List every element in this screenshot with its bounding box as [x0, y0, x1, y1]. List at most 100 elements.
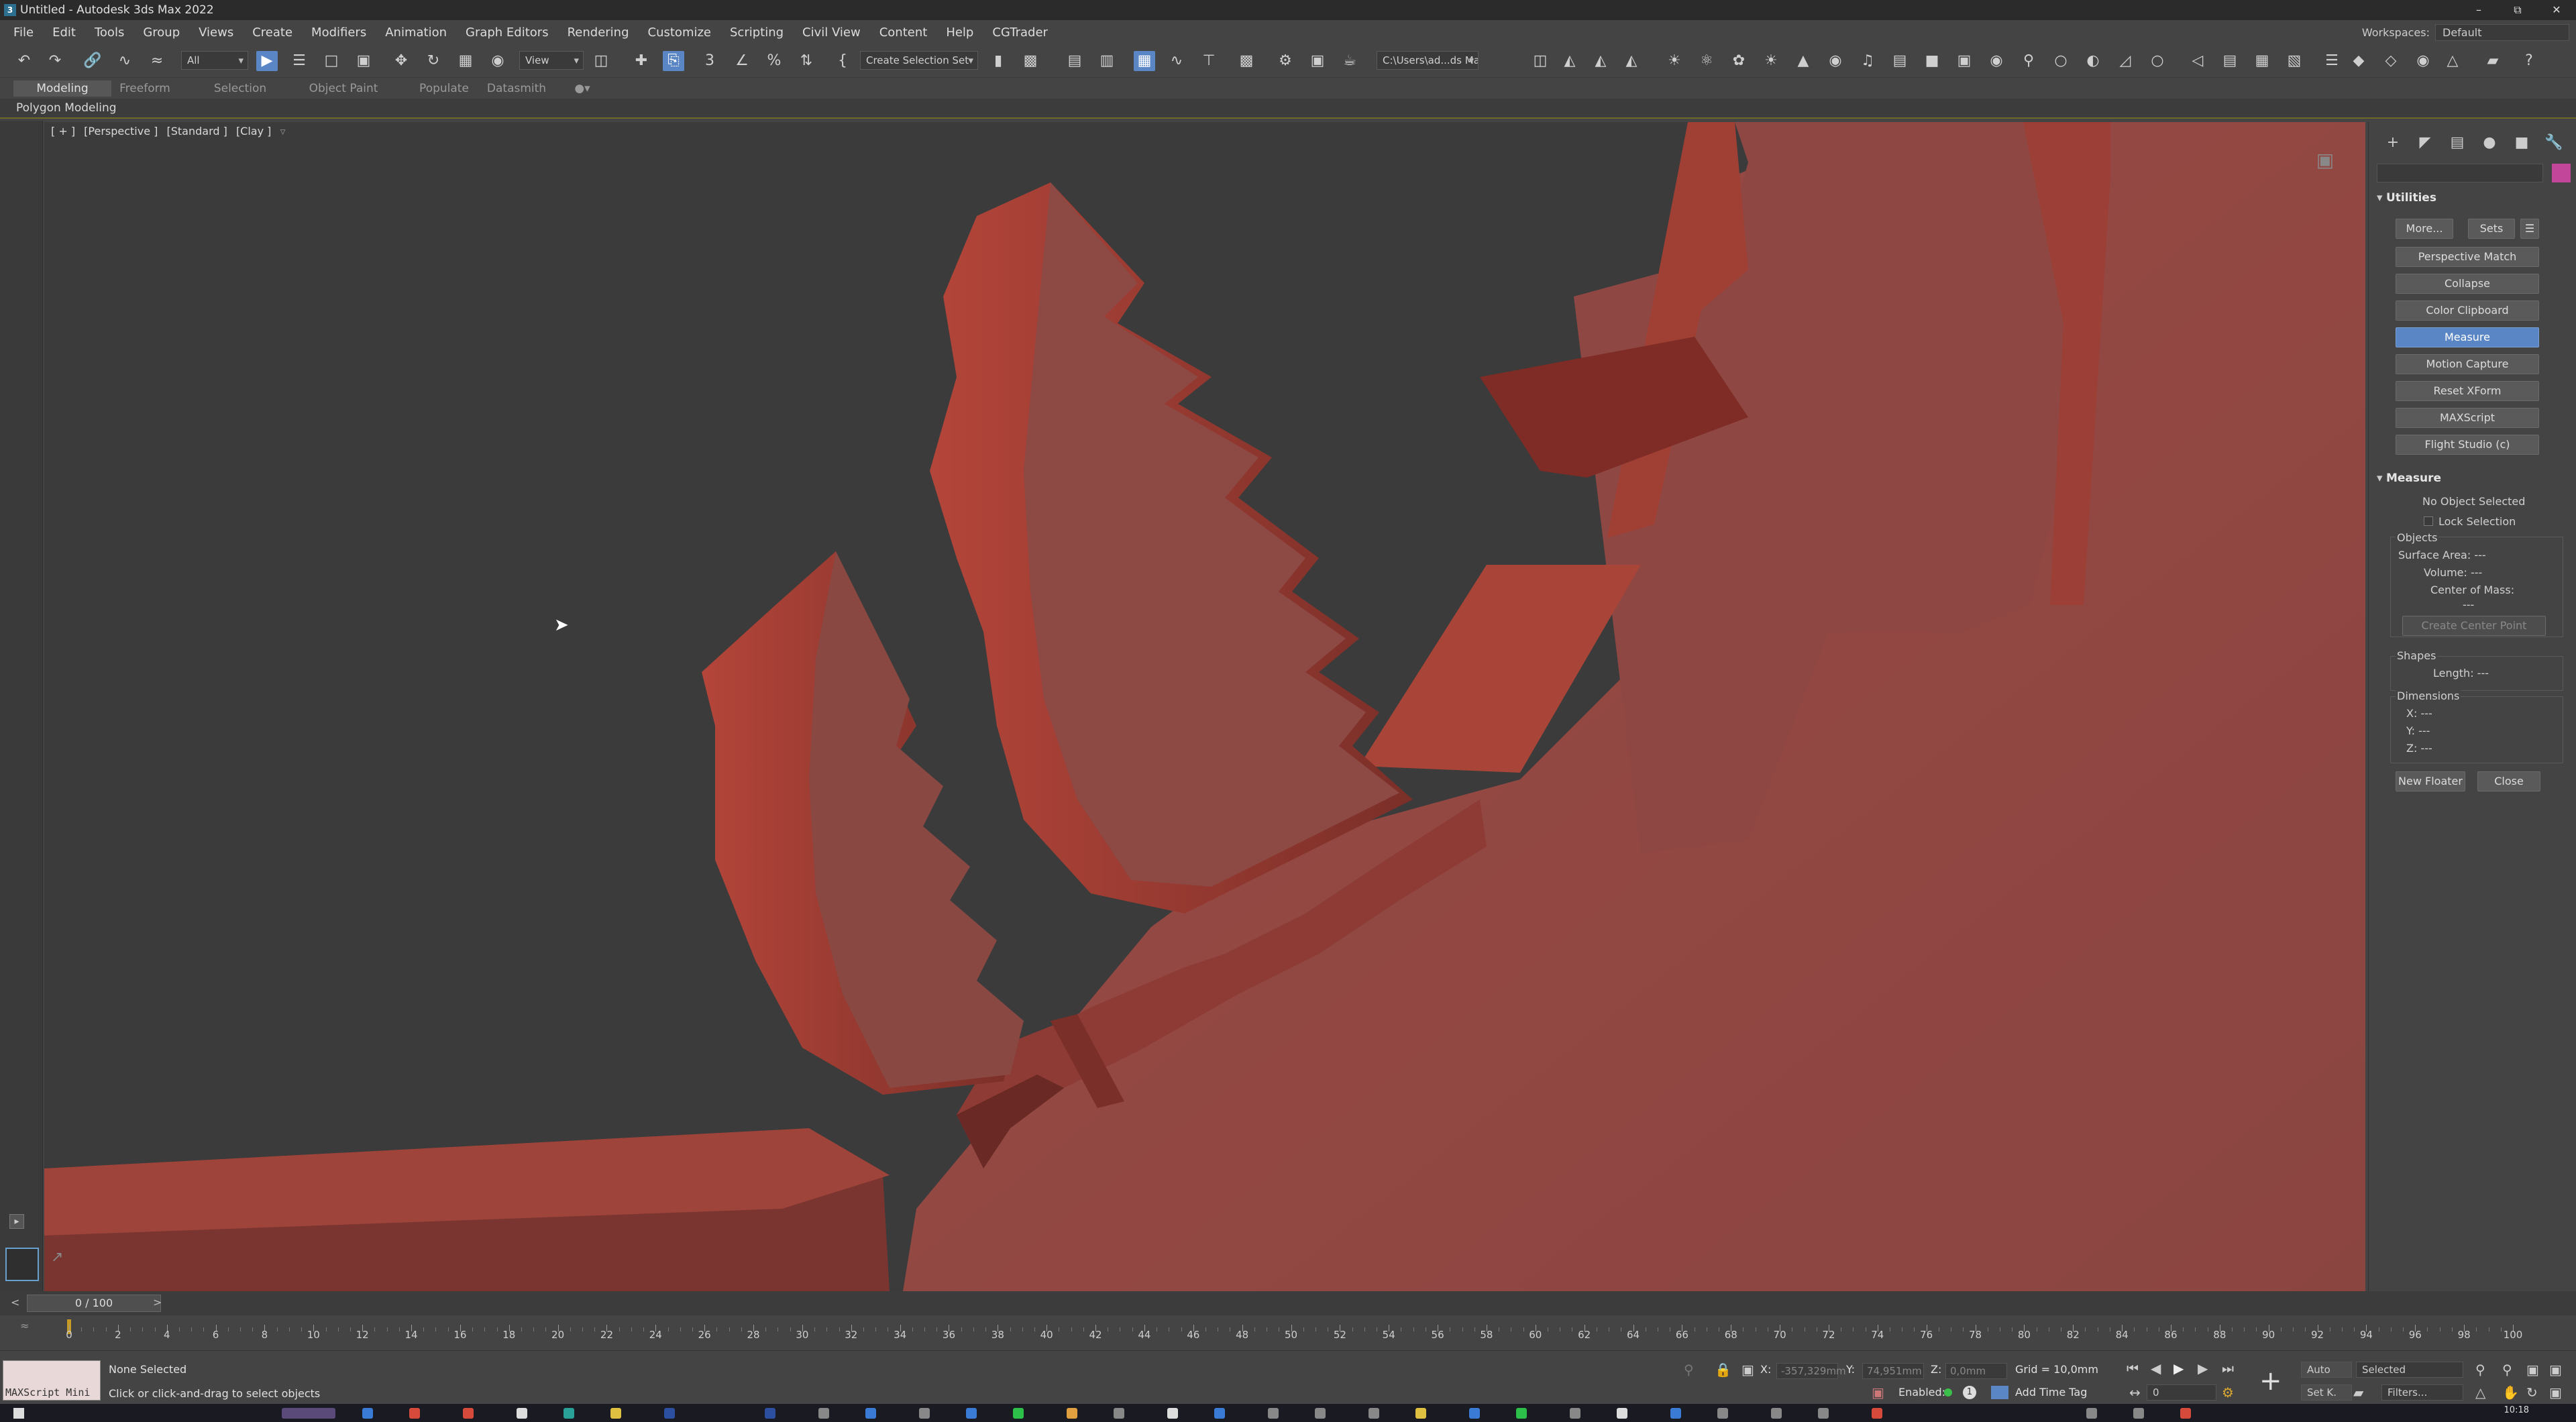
scale-icon[interactable]: ▦	[455, 51, 476, 71]
time-slider-thumb[interactable]: 0 / 100	[27, 1295, 161, 1312]
utilities-tab-icon[interactable]: 🔧	[2538, 133, 2570, 153]
key-mode-icon[interactable]: ▰	[2353, 1384, 2363, 1401]
minimize-button[interactable]: –	[2459, 0, 2498, 20]
export-icon[interactable]: ◭	[1590, 51, 1611, 71]
taskbar-app-24-icon[interactable]	[1570, 1408, 1580, 1419]
taskbar-app-12-icon[interactable]	[966, 1408, 977, 1419]
next-frame-arrow-icon[interactable]: >	[153, 1296, 162, 1309]
reset-xform-button[interactable]: Reset XForm	[2396, 381, 2539, 401]
perspective-viewport[interactable]: [ + ] [Perspective ] [Standard ] [Clay ]…	[44, 122, 2365, 1291]
zoom-all-icon[interactable]: ⚲	[2502, 1362, 2512, 1378]
plugin-tool-20-icon[interactable]: ▧	[2284, 51, 2305, 71]
taskbar-app-4-icon[interactable]	[517, 1408, 527, 1419]
field-of-view-icon[interactable]: △	[2475, 1384, 2485, 1401]
ribbon-options-icon[interactable]: ●▾	[572, 80, 593, 97]
plugin-tool-10-icon[interactable]: ▣	[1953, 51, 1975, 71]
help-icon[interactable]: ?	[2518, 51, 2540, 71]
lock-selection-checkbox[interactable]	[2424, 516, 2433, 526]
time-configuration-icon[interactable]: ⚙	[2222, 1384, 2234, 1401]
enabled-indicator-icon[interactable]	[1944, 1388, 1952, 1397]
next-key-icon[interactable]: ▶	[2198, 1360, 2208, 1376]
expand-layout-icon[interactable]: ▸	[9, 1214, 24, 1229]
menu-civil-view[interactable]: Civil View	[793, 25, 870, 40]
menu-views[interactable]: Views	[189, 25, 243, 40]
viewcube-icon[interactable]: ▣	[2305, 149, 2345, 176]
plugin-tool-7-icon[interactable]: ♫	[1857, 51, 1878, 71]
color-clipboard-button[interactable]: Color Clipboard	[2396, 300, 2539, 321]
key-filter-dropdown[interactable]: Selected	[2356, 1362, 2463, 1378]
plugin-tool-1-icon[interactable]: ☀	[1664, 51, 1685, 71]
taskbar-app-13-icon[interactable]	[1013, 1408, 1024, 1419]
menu-create[interactable]: Create	[243, 25, 302, 40]
maxscript-button[interactable]: MAXScript	[2396, 408, 2539, 428]
time-tag-icon[interactable]	[1991, 1386, 2008, 1399]
taskbar-app-11-icon[interactable]	[919, 1408, 930, 1419]
plugin-tool-21-icon[interactable]: ☰	[2321, 51, 2343, 71]
menu-tools[interactable]: Tools	[85, 25, 133, 40]
rotate-icon[interactable]: ↻	[423, 51, 444, 71]
plugin-tool-14-icon[interactable]: ◐	[2082, 51, 2104, 71]
z-coordinate-field[interactable]: 0,0mm	[1945, 1363, 2007, 1379]
y-coordinate-field[interactable]: 74,951mm	[1862, 1363, 1924, 1379]
plugin-tool-12-icon[interactable]: ⚲	[2018, 51, 2039, 71]
plugin-tool-8-icon[interactable]: ▤	[1889, 51, 1911, 71]
menu-rendering[interactable]: Rendering	[558, 25, 639, 40]
measure-button[interactable]: Measure	[2396, 327, 2539, 347]
menu-modifiers[interactable]: Modifiers	[302, 25, 376, 40]
taskbar-app-23-icon[interactable]	[1516, 1408, 1527, 1419]
tray-icon-2[interactable]	[2133, 1408, 2144, 1419]
angle-snap-icon[interactable]: ∠	[731, 51, 753, 71]
plugin-tool-15-icon[interactable]: ◿	[2114, 51, 2136, 71]
menu-help[interactable]: Help	[936, 25, 983, 40]
isolate-toggle-icon[interactable]: ⚲	[1684, 1362, 1694, 1378]
motion-tab-icon[interactable]: ●	[2473, 133, 2506, 153]
new-floater-button[interactable]: New Floater	[2396, 771, 2465, 791]
plugin-tool-5-icon[interactable]: ▲	[1792, 51, 1814, 71]
pivot-center-icon[interactable]: ◫	[590, 51, 612, 71]
viewport-label[interactable]: [ + ] [Perspective ] [Standard ] [Clay ]…	[51, 125, 291, 138]
keyboard-shortcut-override-icon[interactable]: ⎘	[663, 51, 684, 71]
place-icon[interactable]: ◉	[487, 51, 508, 71]
render-setup-icon[interactable]: ⚙	[1275, 51, 1296, 71]
taskbar-app-30-icon[interactable]	[1872, 1408, 1882, 1419]
track-bar[interactable]: ≈ 0 2 4 6 8 10 12 14 16 18 20 22 24 26 28 30 32 34 36 38 40 4…	[0, 1315, 2576, 1350]
selection-filter-dropdown[interactable]: All	[181, 51, 248, 70]
material-editor-icon[interactable]: ▩	[1236, 51, 1257, 71]
rendered-frame-window-icon[interactable]: ▣	[1307, 51, 1328, 71]
percent-snap-icon[interactable]: %	[763, 51, 785, 71]
play-icon[interactable]: ▶	[2174, 1360, 2184, 1376]
select-object-icon[interactable]: ▶	[256, 51, 278, 71]
maximize-viewport-icon[interactable]: ▣	[2549, 1384, 2562, 1401]
curve-editor-icon[interactable]: ∿	[1166, 51, 1187, 71]
info-icon[interactable]: 1	[1963, 1386, 1976, 1399]
plugin-tool-24-icon[interactable]: ◉	[2412, 51, 2434, 71]
plugin-tool-3-icon[interactable]: ✿	[1728, 51, 1750, 71]
plugin-tool-19-icon[interactable]: ▦	[2251, 51, 2273, 71]
taskbar-app-9-icon[interactable]	[818, 1408, 829, 1419]
set-key-large-icon[interactable]: +	[2259, 1366, 2282, 1397]
edit-named-selection-icon[interactable]: {	[832, 51, 853, 71]
hierarchy-tab-icon[interactable]: ▤	[2441, 133, 2473, 153]
menu-file[interactable]: File	[4, 25, 43, 40]
viewport-shading-label[interactable]: [Standard ]	[166, 125, 227, 138]
zoom-icon[interactable]: ⚲	[2475, 1362, 2485, 1378]
selection-lock-icon[interactable]: 🔒	[1715, 1362, 1731, 1378]
measure-rollout-header[interactable]: Measure	[2377, 470, 2571, 487]
viewport-layout-thumbnail[interactable]	[5, 1248, 39, 1281]
pan-icon[interactable]: ✋	[2502, 1384, 2519, 1401]
polygon-modeling-label[interactable]: Polygon Modeling	[16, 101, 117, 115]
window-crossing-icon[interactable]: ▣	[353, 51, 374, 71]
viewport-filter-icon[interactable]: ▿	[280, 125, 286, 138]
taskbar-3dsmax-icon[interactable]	[1670, 1408, 1681, 1419]
viewport-style-label[interactable]: [Clay ]	[236, 125, 271, 138]
workspaces-selector[interactable]: Workspaces: Default	[2362, 20, 2569, 44]
taskbar-app-17-icon[interactable]	[1214, 1408, 1225, 1419]
taskbar-app-8-icon[interactable]	[765, 1408, 775, 1419]
selection-region-icon[interactable]: □	[321, 51, 342, 71]
taskbar-app-1-icon[interactable]	[362, 1408, 373, 1419]
menu-customize[interactable]: Customize	[639, 25, 720, 40]
tab-selection[interactable]: Selection	[205, 80, 275, 97]
layer-explorer-icon[interactable]: ▤	[1064, 51, 1085, 71]
goto-start-icon[interactable]: ⏮	[2127, 1360, 2139, 1376]
open-file-icon[interactable]: ◫	[1529, 51, 1551, 71]
